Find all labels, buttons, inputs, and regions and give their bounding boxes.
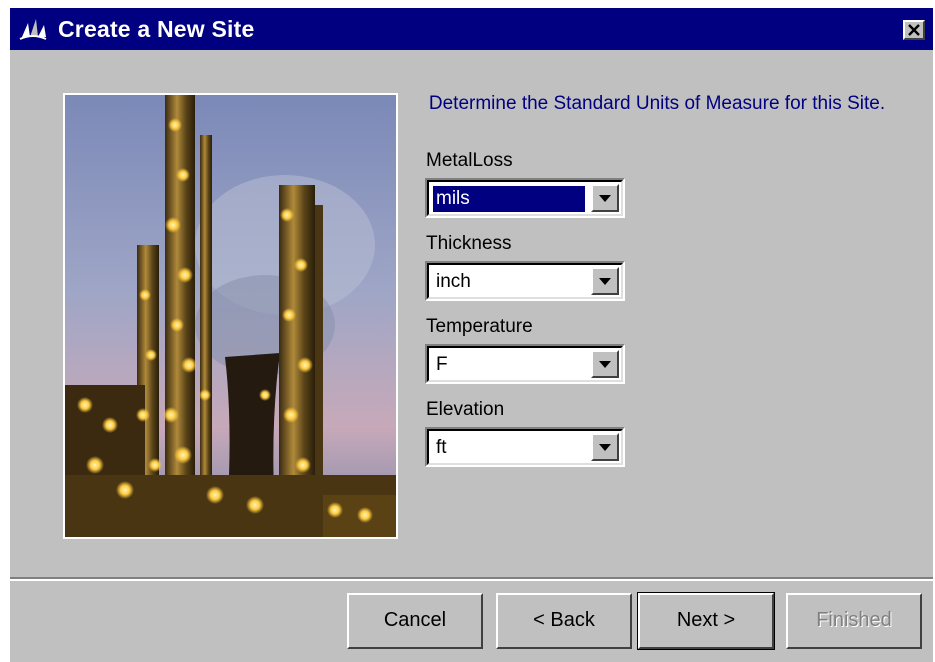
metalloss-label: MetalLoss (426, 150, 513, 171)
finished-button[interactable]: Finished (786, 593, 922, 649)
refinery-photo (63, 93, 398, 539)
next-button[interactable]: Next > (637, 592, 775, 650)
thickness-dropdown-button[interactable] (591, 267, 619, 295)
cancel-button[interactable]: Cancel (347, 593, 483, 649)
temperature-select[interactable]: F (425, 344, 625, 384)
elevation-value: ft (436, 437, 447, 458)
chevron-down-icon (599, 195, 611, 202)
window-title: Create a New Site (58, 16, 255, 42)
temperature-dropdown-button[interactable] (591, 350, 619, 378)
close-icon (908, 24, 920, 36)
metalloss-dropdown-button[interactable] (591, 184, 619, 212)
temperature-value: F (436, 354, 448, 375)
temperature-label: Temperature (426, 316, 533, 337)
back-button[interactable]: < Back (496, 593, 632, 649)
units-heading: Determine the Standard Units of Measure … (428, 93, 886, 114)
chevron-down-icon (599, 444, 611, 451)
thickness-select[interactable]: inch (425, 261, 625, 301)
create-site-dialog: Create a New Site Determine the Standard… (10, 8, 933, 662)
chevron-down-icon (599, 278, 611, 285)
elevation-dropdown-button[interactable] (591, 433, 619, 461)
thickness-label: Thickness (426, 233, 512, 254)
chevron-down-icon (599, 361, 611, 368)
refinery-image (65, 95, 396, 537)
thickness-value: inch (436, 271, 471, 292)
metalloss-select[interactable]: mils (425, 178, 625, 218)
metalloss-value: mils (433, 186, 585, 212)
title-bar: Create a New Site (10, 8, 933, 50)
elevation-label: Elevation (426, 399, 505, 420)
app-icon (16, 15, 50, 43)
close-button[interactable] (903, 20, 925, 40)
footer-divider (10, 577, 933, 581)
elevation-select[interactable]: ft (425, 427, 625, 467)
